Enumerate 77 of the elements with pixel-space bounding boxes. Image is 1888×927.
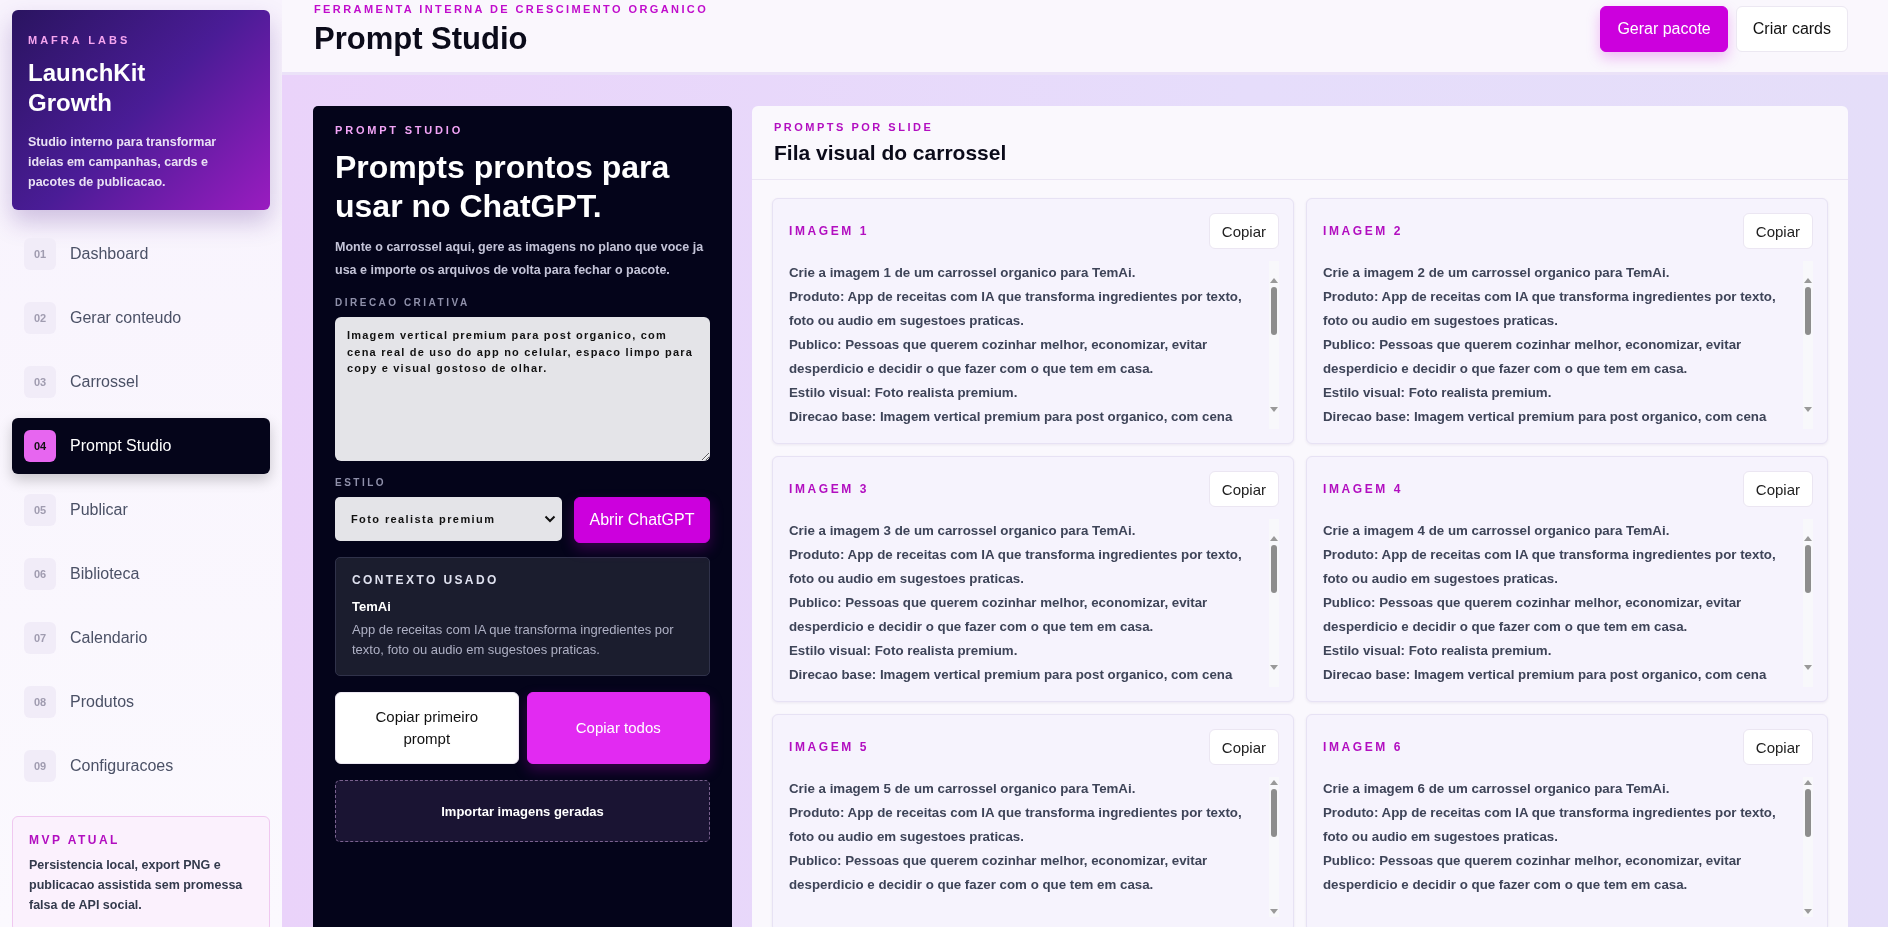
copy-button[interactable]: Copiar: [1208, 729, 1279, 765]
card-title: IMAGEM 6: [1323, 740, 1404, 754]
nav-number: 09: [24, 750, 56, 782]
nav-label: Dashboard: [70, 245, 149, 263]
note-title: MVP ATUAL: [29, 833, 121, 847]
nav-item[interactable]: 06 Biblioteca: [12, 546, 270, 602]
nav-number: 02: [24, 302, 56, 334]
prompt-text: Crie a imagem 5 de um carrossel organico para TemAi. Produto: App de receitas com IA que transforma ingredientes por texto, foto ou audio em sugestoes praticas. Publico: Pessoas que querem cozinhar melhor, economizar, evitar desperdicio e decidir o que fazer com o que tem em casa.: [789, 780, 1243, 894]
product-name: TemAi: [352, 599, 392, 615]
nav-label: Carrossel: [70, 373, 139, 391]
nav-item[interactable]: 07 Calendario: [12, 610, 270, 666]
nav-number: 07: [24, 622, 56, 654]
open-chatgpt-button[interactable]: Abrir ChatGPT: [574, 497, 710, 544]
scrollbar[interactable]: [1803, 261, 1813, 429]
panel-description: Monte o carrossel aqui, gere as imagens no plano que voce ja usa e importe os arquivos de volta para fechar o pacote.: [335, 239, 705, 279]
nav-item[interactable]: 08 Produtos: [12, 674, 270, 730]
nav-label: Biblioteca: [70, 565, 140, 583]
nav-item[interactable]: 03 Carrossel: [12, 354, 270, 410]
copy-button[interactable]: Copiar primeiro prompt: [335, 692, 519, 765]
header-button[interactable]: Gerar pacote: [1600, 6, 1728, 52]
style-select[interactable]: Foto realista premium: [335, 497, 562, 542]
import-button[interactable]: Importar imagens geradas: [335, 780, 710, 843]
prompt-text: Crie a imagem 4 de um carrossel organico para TemAi. Produto: App de receitas com IA que transforma ingredientes por texto, foto ou audio em sugestoes praticas. Publico: Pessoas que querem cozinhar melhor, economizar, evitar desperdicio e decidir o que fazer com o que tem em casa. Estilo visual: Foto realista premium. Direcao base: Imagem vertical premium para post organico, com cena: [1323, 522, 1777, 684]
card-title: IMAGEM 3: [789, 482, 870, 496]
nav-label: Gerar conteudo: [70, 309, 182, 327]
page-eyebrow: FERRAMENTA INTERNA DE CRESCIMENTO ORGANICO: [314, 3, 709, 15]
field-label: DIRECAO CRIATIVA: [335, 297, 471, 309]
copy-button[interactable]: Copiar: [1208, 471, 1279, 507]
nav-number: 04: [24, 430, 56, 462]
nav-label: Calendario: [70, 629, 148, 647]
nav-number: 05: [24, 494, 56, 526]
chevron-down-icon: [544, 515, 556, 524]
copy-button[interactable]: Copiar todos: [526, 692, 710, 765]
panel-eyebrow: PROMPTS POR SLIDE: [774, 121, 935, 133]
scrollbar[interactable]: [1269, 777, 1279, 917]
brand-eyebrow: MAFRA LABS: [28, 34, 132, 46]
nav-label: Publicar: [70, 501, 128, 519]
nav-item[interactable]: 04 Prompt Studio: [12, 418, 270, 474]
nav-number: 06: [24, 558, 56, 590]
nav-number: 01: [24, 238, 56, 270]
brand-title: LaunchKit Growth: [28, 58, 147, 118]
panel-title: Fila visual do carrossel: [774, 141, 1008, 165]
nav-label: Configuracoes: [70, 757, 174, 775]
prompt-text: Crie a imagem 3 de um carrossel organico para TemAi. Produto: App de receitas com IA que transforma ingredientes por texto, foto ou audio em sugestoes praticas. Publico: Pessoas que querem cozinhar melhor, economizar, evitar desperdicio e decidir o que fazer com o que tem em casa. Estilo visual: Foto realista premium. Direcao base: Imagem vertical premium para post organico, com cena: [789, 522, 1243, 684]
context-title: CONTEXTO USADO: [352, 573, 500, 588]
nav-label: Prompt Studio: [70, 437, 172, 455]
header-button[interactable]: Criar cards: [1735, 6, 1848, 52]
nav-label: Produtos: [70, 693, 135, 711]
scrollbar[interactable]: [1803, 519, 1813, 687]
copy-button[interactable]: Copiar: [1742, 471, 1813, 507]
copy-button[interactable]: Copiar: [1742, 729, 1813, 765]
card-title: IMAGEM 5: [789, 740, 870, 754]
card-title: IMAGEM 4: [1323, 482, 1404, 496]
card-title: IMAGEM 1: [789, 224, 870, 238]
nav-item[interactable]: 01 Dashboard: [12, 226, 270, 282]
scrollbar[interactable]: [1269, 519, 1279, 687]
nav-item[interactable]: 05 Publicar: [12, 482, 270, 538]
nav-number: 03: [24, 366, 56, 398]
scrollbar[interactable]: [1803, 777, 1813, 917]
brand-description: Studio interno para transformar ideias em campanhas, cards e pacotes de publicacao.: [28, 134, 218, 191]
copy-button[interactable]: Copiar: [1208, 213, 1279, 249]
nav-number: 08: [24, 686, 56, 718]
field-label: ESTILO: [335, 477, 388, 489]
panel-title: Prompts prontos para usar no ChatGPT.: [335, 148, 671, 227]
scrollbar[interactable]: [1269, 261, 1279, 429]
page-title: Prompt Studio: [314, 21, 529, 57]
card-title: IMAGEM 2: [1323, 224, 1404, 238]
product-description: App de receitas com IA que transforma ingredientes por texto, foto ou audio em sugestoes praticas.: [352, 621, 675, 659]
prompt-text: Crie a imagem 2 de um carrossel organico para TemAi. Produto: App de receitas com IA que transforma ingredientes por texto, foto ou audio em sugestoes praticas. Publico: Pessoas que querem cozinhar melhor, economizar, evitar desperdicio e decidir o que fazer com o que tem em casa. Estilo visual: Foto realista premium. Direcao base: Imagem vertical premium para post organico, com cena: [1323, 264, 1777, 426]
note-text: Persistencia local, export PNG e publicacao assistida sem promessa falsa de API social.: [29, 857, 244, 914]
direction-field[interactable]: Imagem vertical premium para post organico, com cena real de uso do app no celular, espaco limpo para copy e visual gostoso de olhar.: [335, 317, 710, 462]
nav-item[interactable]: 09 Configuracoes: [12, 738, 270, 794]
prompt-text: Crie a imagem 1 de um carrossel organico para TemAi. Produto: App de receitas com IA que transforma ingredientes por texto, foto ou audio em sugestoes praticas. Publico: Pessoas que querem cozinhar melhor, economizar, evitar desperdicio e decidir o que fazer com o que tem em casa. Estilo visual: Foto realista premium. Direcao base: Imagem vertical premium para post organico, com cena: [789, 264, 1243, 426]
prompt-text: Crie a imagem 6 de um carrossel organico para TemAi. Produto: App de receitas com IA que transforma ingredientes por texto, foto ou audio em sugestoes praticas. Publico: Pessoas que querem cozinhar melhor, economizar, evitar desperdicio e decidir o que fazer com o que tem em casa.: [1323, 780, 1777, 894]
nav-item[interactable]: 02 Gerar conteudo: [12, 290, 270, 346]
copy-button[interactable]: Copiar: [1742, 213, 1813, 249]
panel-eyebrow: PROMPT STUDIO: [335, 124, 465, 136]
